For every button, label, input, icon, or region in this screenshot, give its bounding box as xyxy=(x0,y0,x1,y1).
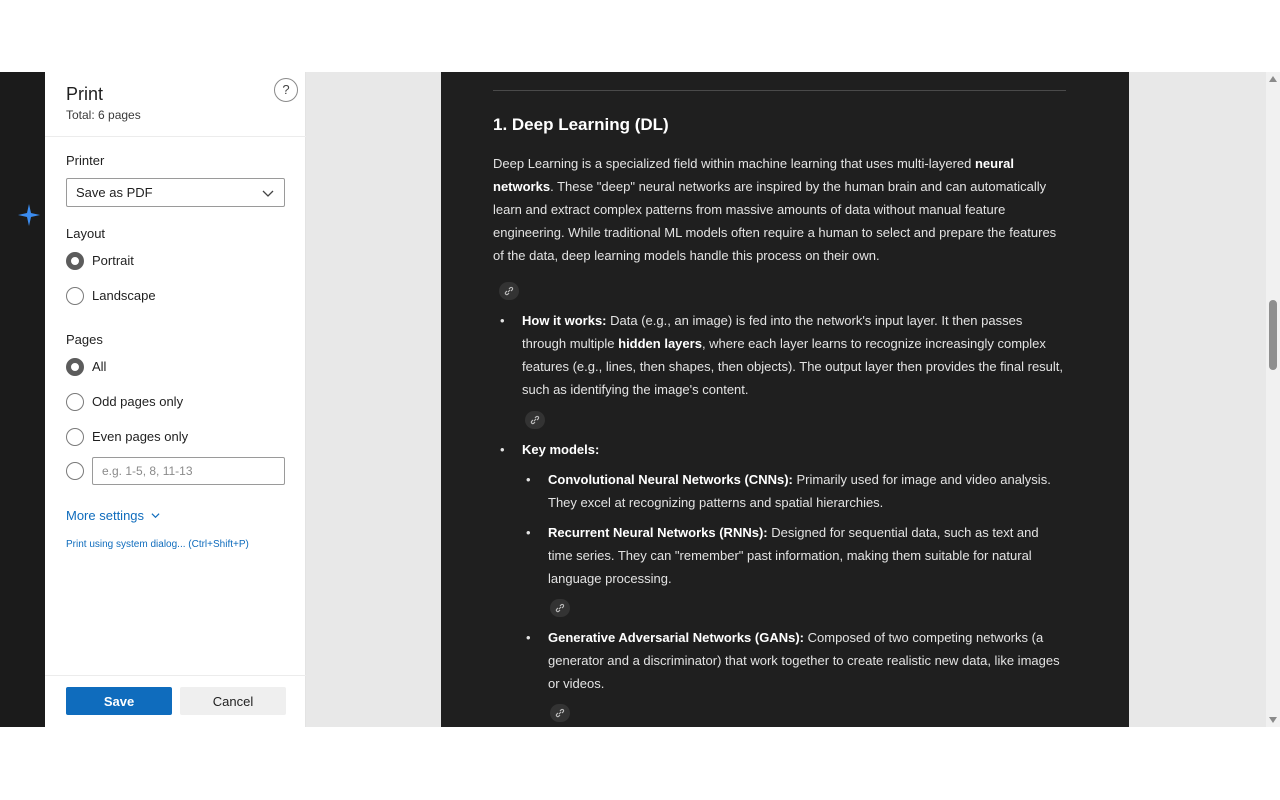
more-settings-label: More settings xyxy=(66,508,145,523)
link-chip[interactable] xyxy=(499,282,519,300)
text-run: . These "deep" neural networks are inspi… xyxy=(493,179,1057,263)
print-dialog-window: Print Total: 6 pages ? Printer Save as P… xyxy=(0,72,1280,727)
preview-page: 1. Deep Learning (DL) Deep Learning is a… xyxy=(441,72,1129,727)
radio-icon[interactable] xyxy=(66,462,84,480)
layout-label: Layout xyxy=(66,226,106,241)
bullet-icon: • xyxy=(526,472,531,487)
radio-selected-icon[interactable] xyxy=(66,358,84,376)
pages-option-label: Even pages only xyxy=(92,429,189,444)
link-chip[interactable] xyxy=(550,704,570,722)
cancel-button[interactable]: Cancel xyxy=(180,687,286,715)
section-heading: 1. Deep Learning (DL) xyxy=(493,115,669,134)
divider xyxy=(45,136,306,137)
bullet-icon: • xyxy=(526,525,531,540)
list-item: • Key models: xyxy=(500,438,1066,461)
scroll-down-arrow-icon[interactable] xyxy=(1269,717,1277,723)
pages-option-label: Odd pages only xyxy=(92,394,184,409)
more-settings-link[interactable]: More settings xyxy=(66,508,160,523)
page-range-input[interactable] xyxy=(92,457,285,485)
bold-run: Recurrent Neural Networks (RNNs): xyxy=(548,525,768,540)
bold-run: Convolutional Neural Networks (CNNs): xyxy=(548,472,793,487)
intro-paragraph: Deep Learning is a specialized field wit… xyxy=(493,152,1066,267)
link-chip[interactable] xyxy=(550,599,570,617)
divider xyxy=(45,675,306,676)
link-icon xyxy=(530,415,540,425)
link-icon xyxy=(555,708,565,718)
layout-option-label: Landscape xyxy=(92,288,156,303)
save-button[interactable]: Save xyxy=(66,687,172,715)
link-icon xyxy=(504,286,514,296)
chevron-down-icon xyxy=(262,190,274,197)
radio-selected-icon[interactable] xyxy=(66,252,84,270)
list-item: • How it works: Data (e.g., an image) is … xyxy=(500,309,1066,401)
system-dialog-link[interactable]: Print using system dialog... (Ctrl+Shift… xyxy=(66,539,249,550)
list-item: • Recurrent Neural Networks (RNNs): Desig… xyxy=(526,521,1066,590)
vertical-scrollbar[interactable] xyxy=(1266,72,1280,727)
copilot-sparkle-icon[interactable] xyxy=(18,204,40,226)
pages-label: Pages xyxy=(66,332,103,347)
page-count: Total: 6 pages xyxy=(66,108,141,122)
printer-label: Printer xyxy=(66,153,105,168)
link-icon xyxy=(555,603,565,613)
bold-run: Generative Adversarial Networks (GANs): xyxy=(548,630,805,645)
list-item: • Convolutional Neural Networks (CNNs): P… xyxy=(526,468,1066,514)
chevron-down-icon xyxy=(151,513,160,519)
link-chip[interactable] xyxy=(525,411,545,429)
print-settings-panel: Print Total: 6 pages ? Printer Save as P… xyxy=(45,72,306,727)
radio-icon[interactable] xyxy=(66,287,84,305)
radio-icon[interactable] xyxy=(66,393,84,411)
bold-run: Key models: xyxy=(522,442,600,457)
print-preview-area[interactable]: 1. Deep Learning (DL) Deep Learning is a… xyxy=(306,72,1266,727)
horizontal-rule xyxy=(493,90,1066,91)
panel-title: Print xyxy=(66,84,104,104)
bullet-icon: • xyxy=(500,442,505,457)
printer-select-value: Save as PDF xyxy=(76,185,153,200)
layout-option-label: Portrait xyxy=(92,253,134,268)
text-run: Deep Learning is a specialized field wit… xyxy=(493,156,975,171)
list-item: • Generative Adversarial Networks (GANs):… xyxy=(526,626,1066,695)
bullet-icon: • xyxy=(500,313,505,328)
printer-select[interactable]: Save as PDF xyxy=(66,178,285,207)
scrollbar-thumb[interactable] xyxy=(1269,300,1277,370)
bold-run: hidden layers xyxy=(618,336,702,351)
scroll-up-arrow-icon[interactable] xyxy=(1269,76,1277,82)
bold-run: How it works: xyxy=(522,313,607,328)
bullet-icon: • xyxy=(526,630,531,645)
radio-icon[interactable] xyxy=(66,428,84,446)
help-button[interactable]: ? xyxy=(274,78,298,102)
pages-option-label: All xyxy=(92,359,107,374)
left-sidebar-strip xyxy=(0,72,45,727)
